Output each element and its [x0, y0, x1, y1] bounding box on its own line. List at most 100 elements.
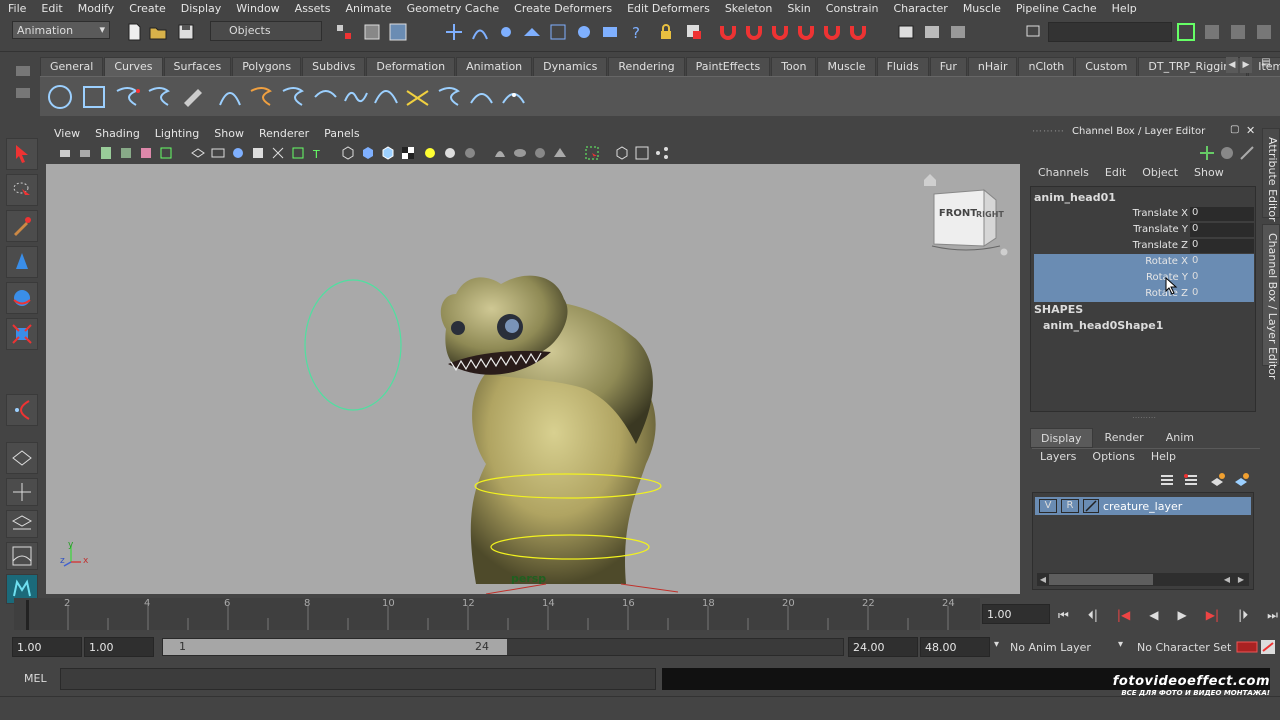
- resolution-gate-icon[interactable]: [230, 145, 246, 161]
- shelf-tab-toon[interactable]: Toon: [771, 57, 817, 76]
- textured-icon[interactable]: [400, 145, 416, 161]
- rotate-tool-button[interactable]: [6, 282, 38, 314]
- step-back-frame-icon[interactable]: |◀: [1117, 608, 1130, 622]
- magnet-snap-icon-2[interactable]: [744, 22, 764, 42]
- range-slider-track[interactable]: 1 24: [162, 638, 844, 656]
- image-plane-icon[interactable]: [118, 145, 134, 161]
- channel-box-menu-edit[interactable]: Edit: [1097, 166, 1134, 182]
- current-time-field[interactable]: 1.00: [982, 604, 1050, 624]
- pencil-curve-tool-icon[interactable]: [180, 83, 208, 111]
- end-time-field[interactable]: 48.00: [920, 637, 990, 657]
- grease-pencil-icon[interactable]: [158, 145, 174, 161]
- select-component-icon[interactable]: [388, 22, 408, 42]
- shelf-tab-dynamics[interactable]: Dynamics: [533, 57, 608, 76]
- safe-title-icon[interactable]: T: [310, 145, 326, 161]
- menu-edit[interactable]: Edit: [33, 2, 69, 15]
- play-backwards-icon[interactable]: ◀: [1149, 608, 1158, 622]
- shelf-tab-surfaces[interactable]: Surfaces: [163, 57, 232, 76]
- magnet-snap-icon-4[interactable]: [796, 22, 816, 42]
- layer-tab-render[interactable]: Render: [1095, 428, 1154, 448]
- gate-mask-icon[interactable]: [250, 145, 266, 161]
- lock-icon[interactable]: [656, 22, 676, 42]
- layer-row-creature[interactable]: V R creature_layer: [1035, 497, 1251, 515]
- layer-name[interactable]: creature_layer: [1103, 500, 1182, 513]
- layer-editor-toggle-icon[interactable]: [1254, 22, 1274, 42]
- panel-menu-renderer[interactable]: Renderer: [251, 127, 316, 140]
- shelf-scroll-left-icon[interactable]: ◀: [1226, 57, 1238, 73]
- panel-menu-show[interactable]: Show: [206, 127, 251, 140]
- add-points-tool-icon[interactable]: [468, 83, 496, 111]
- xray-joints-icon[interactable]: [512, 145, 528, 161]
- drag-handle-icon[interactable]: ⋯⋯⋯: [1032, 126, 1065, 137]
- magnet-snap-icon-1[interactable]: [718, 22, 738, 42]
- magnet-snap-icon-3[interactable]: [770, 22, 790, 42]
- attribute-value[interactable]: 0: [1190, 287, 1254, 301]
- shelf-options-icon[interactable]: ▤: [1256, 57, 1276, 73]
- menu-file[interactable]: File: [0, 2, 33, 15]
- layer-visibility-toggle[interactable]: V: [1039, 499, 1057, 513]
- shelf-tab-general[interactable]: General: [40, 57, 104, 76]
- extend-curve-icon[interactable]: [342, 83, 370, 111]
- layer-display-type-toggle[interactable]: R: [1061, 499, 1079, 513]
- ep-curve-tool-icon[interactable]: [146, 83, 174, 111]
- new-scene-icon[interactable]: [124, 22, 144, 42]
- home-icon[interactable]: [924, 174, 936, 186]
- high-quality-icon[interactable]: [462, 145, 478, 161]
- attribute-value[interactable]: 0: [1190, 207, 1254, 221]
- save-scene-icon[interactable]: [176, 22, 196, 42]
- channel-box-menu-object[interactable]: Object: [1134, 166, 1186, 182]
- shape-name[interactable]: anim_head0Shape1: [1043, 319, 1163, 332]
- snap-curve-icon[interactable]: [470, 22, 490, 42]
- tool-settings-toggle-icon[interactable]: [1202, 22, 1222, 42]
- menu-window[interactable]: Window: [228, 2, 286, 15]
- shelf-scroll-right-icon[interactable]: ▶: [1240, 57, 1252, 73]
- menu-geometry-cache[interactable]: Geometry Cache: [399, 2, 507, 15]
- menu-character[interactable]: Character: [886, 2, 955, 15]
- split-handle-icon[interactable]: ⋯⋯⋯: [1030, 414, 1258, 422]
- magnet-snap-icon-5[interactable]: [822, 22, 842, 42]
- play-forwards-icon[interactable]: ▶: [1178, 608, 1187, 622]
- render-settings-icon[interactable]: [896, 22, 916, 42]
- attribute-row-translate-y[interactable]: Translate Y0: [1034, 222, 1254, 238]
- manip-icon[interactable]: [1218, 144, 1236, 162]
- two-d-pan-zoom-icon[interactable]: [138, 145, 154, 161]
- attribute-row-translate-x[interactable]: Translate X0: [1034, 206, 1254, 222]
- snap-point-icon[interactable]: [496, 22, 516, 42]
- shelf-menu-icon[interactable]: [16, 66, 30, 76]
- scroll-right-icon[interactable]: ◀: [1221, 573, 1233, 586]
- lasso-tool-button[interactable]: [6, 174, 38, 206]
- move-layer-down-icon[interactable]: [1182, 472, 1200, 488]
- default-material-icon[interactable]: [614, 145, 630, 161]
- scale-tool-button[interactable]: [6, 318, 38, 350]
- scroll-left-icon[interactable]: ◀: [1037, 573, 1049, 586]
- isolate-select-icon[interactable]: [552, 145, 568, 161]
- camera-attributes-icon[interactable]: [78, 145, 94, 161]
- go-to-start-icon[interactable]: ⏮: [1058, 608, 1069, 623]
- snap-view-plane-icon[interactable]: [522, 22, 542, 42]
- panel-menu-view[interactable]: View: [46, 127, 87, 140]
- attribute-value[interactable]: 0: [1190, 223, 1254, 237]
- mode-dropdown[interactable]: Animation ▾: [12, 21, 110, 39]
- layer-tab-display[interactable]: Display: [1030, 428, 1093, 448]
- playback-end-field[interactable]: 24.00: [848, 637, 918, 657]
- wireframe-on-shaded-icon[interactable]: [380, 145, 396, 161]
- quick-rename-field[interactable]: [1048, 22, 1172, 42]
- shelf-tab-painteffects[interactable]: PaintEffects: [685, 57, 771, 76]
- start-time-field[interactable]: 1.00: [12, 637, 82, 657]
- step-forward-frame-icon[interactable]: ▶|: [1206, 608, 1219, 622]
- select-tool-button[interactable]: [6, 138, 38, 170]
- offset-curve-icon[interactable]: [372, 83, 400, 111]
- attribute-row-rotate-y[interactable]: Rotate Y0: [1034, 270, 1254, 286]
- channel-box-menu-show[interactable]: Show: [1186, 166, 1232, 182]
- command-language-label[interactable]: MEL: [24, 672, 47, 685]
- view-cube[interactable]: [931, 188, 1001, 251]
- use-all-lights-icon[interactable]: [422, 145, 438, 161]
- channel-box-toggle-icon[interactable]: [1228, 22, 1248, 42]
- ipr-render-icon[interactable]: [600, 22, 620, 42]
- layout-single-pane-button[interactable]: [6, 442, 38, 474]
- smooth-shade-icon[interactable]: [360, 145, 376, 161]
- safe-action-icon[interactable]: [290, 145, 306, 161]
- open-scene-icon[interactable]: [148, 22, 168, 42]
- ipr-icon[interactable]: [948, 22, 968, 42]
- menu-modify[interactable]: Modify: [70, 2, 121, 15]
